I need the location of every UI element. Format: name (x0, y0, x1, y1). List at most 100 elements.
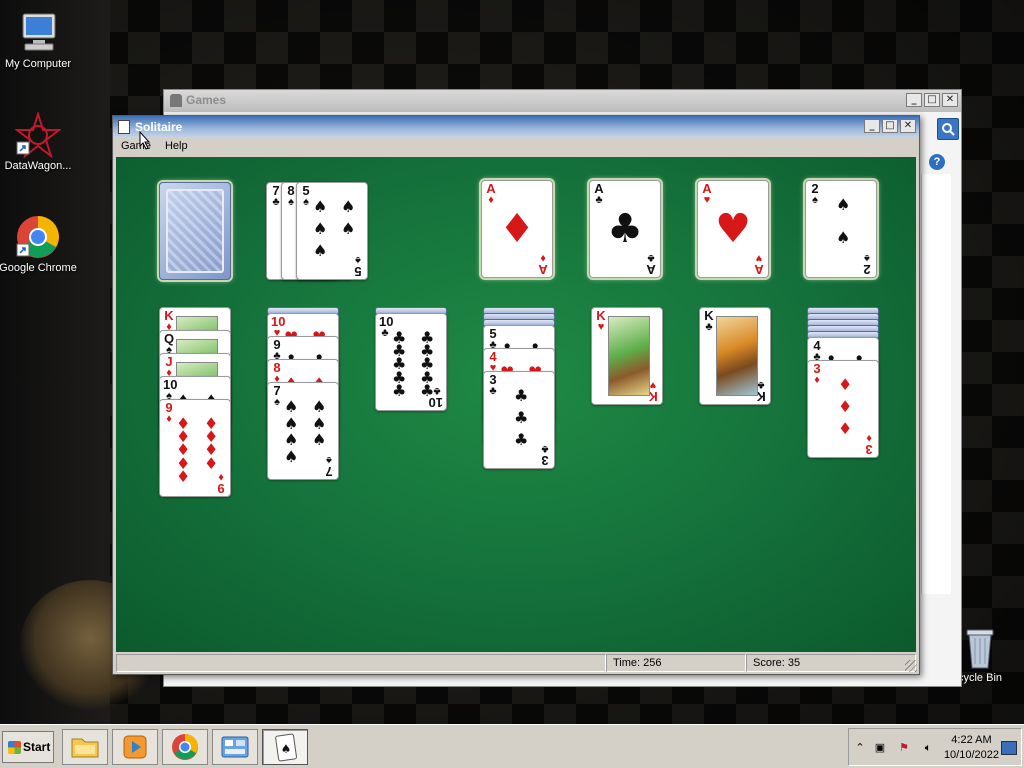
games-close-button[interactable]: ✕ (942, 93, 958, 107)
taskbar-solitaire[interactable]: ♠ (262, 729, 308, 765)
card-index: 7 ♠ (271, 384, 283, 408)
desktop-icon-google-chrome[interactable]: Google Chrome (0, 214, 78, 274)
datawagon-icon (14, 110, 62, 159)
card-index: A ♦ (537, 252, 549, 277)
stock-pile[interactable] (159, 182, 231, 280)
action-center-icon[interactable]: ⚑ (897, 741, 911, 755)
card-rank: 7 (325, 464, 333, 479)
card-pip: ♠ (312, 430, 327, 449)
show-desktop-icon[interactable] (1001, 741, 1017, 755)
card-index: 9 ♦ (215, 471, 227, 496)
windows-logo-icon (8, 741, 21, 754)
taskbar-google-chrome[interactable] (162, 729, 208, 765)
card-rank: A (538, 262, 548, 277)
card-center-pip: ♣ (607, 206, 643, 252)
card-index: K ♥ (595, 309, 607, 333)
card-index: 3 ♦ (863, 432, 875, 457)
card-suit: ♣ (595, 194, 603, 206)
help-icon[interactable]: ? (929, 154, 945, 170)
desktop-icon-my-computer[interactable]: My Computer (0, 10, 78, 70)
desktop-icon-label: cycle Bin (957, 672, 1003, 684)
card-index: A ♣ (593, 182, 605, 206)
taskbar-control-panel[interactable] (212, 729, 258, 765)
clock[interactable]: 4:22 AM 10/10/2022 (944, 733, 999, 763)
games-window-title: Games (186, 93, 227, 107)
games-window-icon (170, 94, 182, 107)
card-index: K ♣ (703, 309, 715, 333)
tableau-card[interactable]: 3 ♦ 3 ♦ ♦ ♦ ♦ (807, 360, 879, 458)
card-pip: ♠ (284, 430, 299, 449)
tableau-card[interactable]: 3 ♣ 3 ♣ ♣ ♣ ♣ (483, 371, 555, 469)
card-pip: ♣ (514, 430, 529, 449)
desktop-icon-datawagon[interactable]: DataWagon... (0, 110, 78, 172)
game-board[interactable]: 7♣7♣♣♣♣♣♣♣♣8♠8♠♠♠♠♠♠♠♠♠5♠5♠♠♠♠♠♠A♦A♦♦A♣A… (116, 157, 916, 652)
foundation-pile[interactable]: A ♦ A ♦ ♦ (481, 180, 553, 278)
card-rank: 3 (865, 442, 873, 457)
card-suit: ♦ (814, 374, 820, 386)
card-rank: 9 (217, 481, 225, 496)
card-suit: ♥ (597, 321, 605, 333)
start-button[interactable]: Start (2, 731, 54, 763)
solitaire-icon: ♠ (275, 733, 297, 762)
card-index: 7 ♠ (323, 454, 335, 479)
games-maximize-button[interactable]: □ (924, 93, 940, 107)
games-minimize-button[interactable]: _ (906, 93, 922, 107)
card-pip: ♦ (176, 466, 191, 486)
card-suit: ♥ (703, 194, 711, 206)
folder-icon (71, 738, 99, 758)
card-pip: ♠ (836, 195, 851, 214)
tableau-card[interactable]: 10 ♣ 10 ♣ ♣ ♣ ♣ ♣ ♣ ♣ ♣ ♣ ♣ ♣ (375, 313, 447, 411)
status-message (116, 654, 606, 672)
card-rank: 3 (541, 453, 549, 468)
solitaire-title-bar[interactable]: Solitaire _ □ ✕ (113, 116, 919, 138)
show-hidden-icons-icon[interactable]: ⌃ (853, 741, 867, 755)
foundation-pile[interactable]: A ♣ A ♣ ♣ (589, 180, 661, 278)
network-icon[interactable]: ▣ (873, 741, 887, 755)
card-index: 3 ♣ (487, 373, 499, 397)
solitaire-minimize-button[interactable]: _ (864, 119, 880, 133)
volume-icon[interactable]: 🔈︎ (921, 741, 935, 755)
card-pip: ♦ (838, 397, 853, 416)
games-title-bar[interactable]: Games _ □ ✕ (164, 90, 961, 112)
taskbar-media-player[interactable] (112, 729, 158, 765)
card-pip: ♣ (392, 380, 407, 400)
tableau-card[interactable]: K ♣ K ♣ (699, 307, 771, 405)
card-pip: ♠ (313, 219, 328, 238)
menu-help[interactable]: Help (165, 140, 188, 156)
card-index: A ♦ (485, 182, 497, 206)
search-icon[interactable] (937, 118, 959, 140)
status-bar: Time: 256 Score: 35 (116, 654, 916, 672)
status-score: Score: 35 (746, 654, 916, 672)
tableau-card[interactable]: 7 ♠ 7 ♠ ♠ ♠ ♠ ♠ ♠ ♠ ♠ (267, 382, 339, 480)
system-tray: ⌃ ▣ ⚑ 🔈︎ 4:22 AM 10/10/2022 (848, 728, 1022, 766)
tableau-card[interactable]: K ♥ K ♥ (591, 307, 663, 405)
taskbar-file-explorer[interactable] (62, 729, 108, 765)
tableau-card[interactable]: 9 ♦ 9 ♦ ♦ ♦ ♦ ♦ ♦ ♦ ♦ ♦ ♦ (159, 399, 231, 497)
card-pip: ♠ (836, 228, 851, 247)
card-pip: ♦ (838, 419, 853, 438)
start-label: Start (23, 740, 51, 754)
control-panel-icon (221, 736, 249, 758)
card-index: A ♥ (753, 252, 765, 277)
resize-grip[interactable] (905, 660, 917, 672)
face-card-artwork (716, 316, 758, 396)
solitaire-close-button[interactable]: ✕ (900, 119, 916, 133)
card-pip: ♣ (514, 408, 529, 427)
foundation-pile[interactable]: 2 ♠ 2 ♠ ♠ ♠ (805, 180, 877, 278)
solitaire-maximize-button[interactable]: □ (882, 119, 898, 133)
desktop-icon-label: My Computer (4, 58, 72, 70)
card-suit: ♦ (488, 194, 494, 206)
card-pip: ♠ (341, 197, 356, 216)
solitaire-window[interactable]: Solitaire _ □ ✕ Game Help 7♣7♣♣♣♣♣♣♣♣8♠8… (112, 115, 920, 675)
card-suit: ♦ (166, 413, 172, 425)
foundation-pile[interactable]: A ♥ A ♥ ♥ (697, 180, 769, 278)
card-index: A ♥ (701, 182, 713, 206)
card-pip: ♦ (204, 453, 219, 473)
playing-card[interactable]: 5 ♠ 5 ♠ ♠ ♠ ♠ ♠ ♠ (296, 182, 368, 280)
card-pip: ♠ (284, 446, 299, 466)
card-suit: ♣ (489, 385, 497, 397)
taskbar: Start ♠ ⌃ ▣ ⚑ 🔈︎ 4:22 AM 10/10/2022 (0, 724, 1024, 768)
face-card-artwork (608, 316, 650, 396)
card-index: 9 ♦ (163, 401, 175, 425)
card-suit: ♣ (381, 327, 389, 339)
